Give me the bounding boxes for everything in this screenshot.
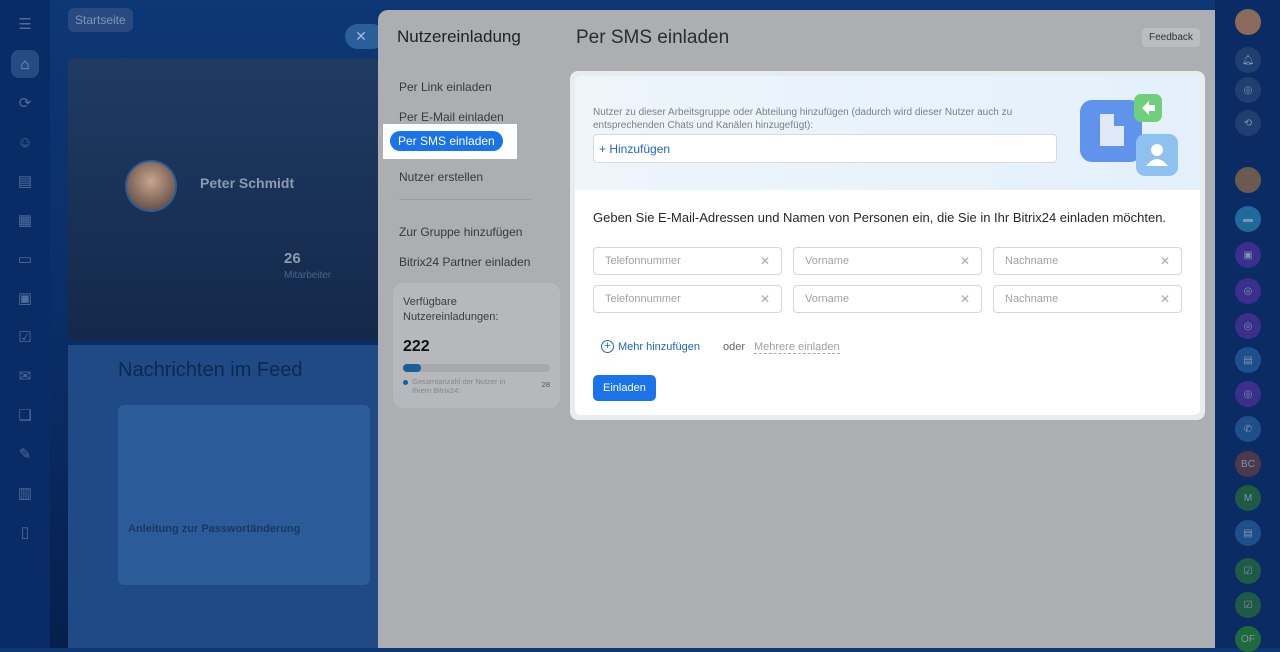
panel-title: Nutzereinladung: [397, 27, 521, 46]
feed-card[interactable]: [118, 405, 370, 585]
legend-dot: [403, 380, 408, 385]
company-users-illustration: [1080, 94, 1178, 176]
home-icon[interactable]: ⌂: [11, 50, 39, 78]
menu-link-invite[interactable]: Per Link einladen: [399, 72, 531, 102]
clear-icon[interactable]: ✕: [760, 254, 770, 268]
feedback-button[interactable]: Feedback: [1142, 28, 1200, 47]
avatar: [125, 160, 177, 212]
pen-icon[interactable]: ✎: [11, 440, 39, 468]
card-icon[interactable]: ▤: [1235, 347, 1261, 373]
user-avatar[interactable]: [1235, 9, 1261, 35]
left-sidebar: ☰ ⌂ ⟳ ☺ ▤ ▦ ▭ ▣ ☑ ✉ ❏ ✎ ▥ ▯: [0, 0, 50, 648]
first-name-input[interactable]: Vorname ✕: [793, 247, 982, 275]
last-name-input[interactable]: Nachname ✕: [993, 247, 1182, 275]
menu-icon[interactable]: ☰: [11, 10, 39, 38]
contact-avatar[interactable]: [1235, 167, 1261, 193]
store-icon[interactable]: ▥: [11, 479, 39, 507]
plus-circle-icon: +: [601, 340, 614, 353]
add-group-input[interactable]: + Hinzufügen: [593, 134, 1057, 163]
sync-icon[interactable]: ⟳: [11, 89, 39, 117]
feed-section: Nachrichten im Feed Anleitung zur Passwo…: [68, 345, 378, 648]
stats-label: Verfügbare Nutzereinladungen:: [403, 296, 499, 323]
menu-sms-invite[interactable]: Per SMS einladen: [383, 124, 517, 159]
menu-add-to-group[interactable]: Zur Gruppe hinzufügen: [399, 217, 531, 247]
menu-sms-invite-label: Per SMS einladen: [390, 131, 503, 151]
news-icon[interactable]: ▤: [11, 167, 39, 195]
mail-icon[interactable]: ✉: [11, 362, 39, 390]
employees-count: 26: [284, 250, 301, 267]
task-icon[interactable]: ☑: [1235, 558, 1261, 584]
chat-icon[interactable]: ▬: [1235, 206, 1261, 232]
invite-panel: Nutzereinladung Per Link einladen Per E-…: [378, 10, 1215, 648]
stats-count: 222: [403, 338, 430, 355]
feed-card-title: Anleitung zur Passwortänderung: [128, 523, 301, 535]
channel-icon[interactable]: ◎: [1235, 381, 1261, 407]
contact-book-icon[interactable]: ▣: [1235, 242, 1261, 268]
phone-input[interactable]: Telefonnummer ✕: [593, 285, 782, 313]
users-icon[interactable]: ☺: [11, 128, 39, 156]
invite-multiple-link[interactable]: Mehrere einladen: [754, 341, 840, 354]
feed-title: Nachrichten im Feed: [118, 359, 303, 381]
chat-badge[interactable]: BC: [1235, 451, 1261, 477]
add-more-button[interactable]: + Mehr hinzufügen: [601, 340, 700, 353]
right-sidebar: 🔔︎ ◎ ⟲ ▬ ▣ ◎ ◎ ▤ ◎ ✆ BC M ▤ ☑ ☑ OF: [1215, 0, 1280, 652]
stats-progress: [403, 364, 550, 372]
breadcrumb[interactable]: Startseite: [68, 8, 133, 32]
page-title: Per SMS einladen: [576, 27, 730, 48]
drive-icon[interactable]: ▭: [11, 245, 39, 273]
or-label: oder: [723, 341, 746, 353]
chat-badge[interactable]: M: [1235, 485, 1261, 511]
board-icon[interactable]: ▣: [11, 284, 39, 312]
stats-total: 28: [541, 380, 550, 389]
employees-label: Mitarbeiter: [284, 270, 332, 281]
clear-icon[interactable]: ✕: [960, 254, 970, 268]
phone-icon[interactable]: ✆: [1235, 416, 1261, 442]
chat-badge[interactable]: OF: [1235, 626, 1261, 652]
bell-icon[interactable]: 🔔︎: [1235, 47, 1261, 73]
chat-icon[interactable]: ❏: [11, 401, 39, 429]
last-name-input[interactable]: Nachname ✕: [993, 285, 1182, 313]
sms-invite-form: Nutzer zu dieser Arbeitsgruppe oder Abte…: [570, 71, 1205, 420]
group-hint: Nutzer zu dieser Arbeitsgruppe oder Abte…: [593, 107, 1013, 131]
document-icon[interactable]: ▯: [11, 518, 39, 546]
clear-icon[interactable]: ✕: [760, 292, 770, 306]
clear-icon[interactable]: ✕: [960, 292, 970, 306]
openlines-icon[interactable]: ◎: [1235, 77, 1261, 103]
invite-button[interactable]: Einladen: [593, 375, 656, 401]
stats-progress-fill: [403, 364, 421, 372]
instruction-text: Geben Sie E-Mail-Adressen und Namen von …: [593, 210, 1167, 225]
tasks-icon[interactable]: ☑: [11, 323, 39, 351]
card-icon[interactable]: ▤: [1235, 520, 1261, 546]
menu-create-user[interactable]: Nutzer erstellen: [399, 162, 531, 192]
channel-icon[interactable]: ◎: [1235, 278, 1261, 304]
search-chat-icon[interactable]: ⟲: [1235, 110, 1261, 136]
calendar-icon[interactable]: ▦: [11, 206, 39, 234]
divider: [399, 199, 531, 200]
first-name-input[interactable]: Vorname ✕: [793, 285, 982, 313]
clear-icon[interactable]: ✕: [1160, 292, 1170, 306]
invitations-stats: Verfügbare Nutzereinladungen: 222 Gesamt…: [393, 283, 560, 408]
stats-legend: Gesamtanzahl der Nutzer in Ihrem Bitrix2…: [412, 377, 506, 395]
invite-menu: Per Link einladen Per E-Mail einladen Nu…: [399, 72, 531, 277]
menu-partner-invite[interactable]: Bitrix24 Partner einladen: [399, 247, 531, 277]
profile-banner: Peter Schmidt 26 Mitarbeiter: [68, 58, 378, 340]
clear-icon[interactable]: ✕: [1160, 254, 1170, 268]
task-icon[interactable]: ☑: [1235, 592, 1261, 618]
phone-input[interactable]: Telefonnummer ✕: [593, 247, 782, 275]
channel-icon[interactable]: ◎: [1235, 313, 1261, 339]
profile-name: Peter Schmidt: [200, 175, 295, 191]
